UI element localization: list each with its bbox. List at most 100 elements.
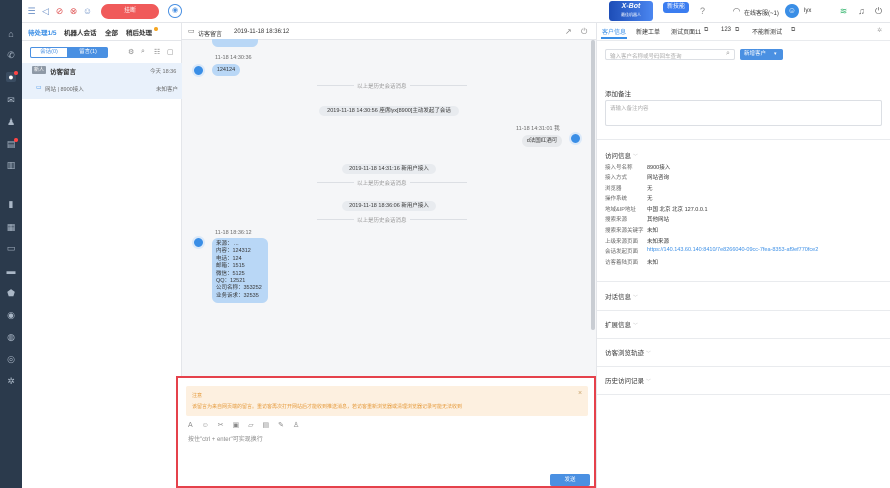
form-line: 邮箱：1515 <box>216 263 245 270</box>
chat-time: 2019-11-18 18:36:12 <box>234 29 290 35</box>
mute-icon[interactable]: ⊘ <box>54 6 65 17</box>
image-icon[interactable]: ▣ <box>233 422 240 429</box>
menu-icon[interactable]: ☰ <box>26 6 37 17</box>
external-link-icon[interactable]: ⧉ <box>791 27 795 34</box>
list-tabs: 待处理1/5 机器人会话 全部 稍后处理 <box>22 23 182 40</box>
visit-section-title[interactable]: 访问信息 ﹀ <box>605 150 638 160</box>
record-icon[interactable]: ◉ <box>168 4 182 18</box>
close-session-icon[interactable]: ⏻ <box>581 27 587 37</box>
tab-test-page[interactable]: 测试页面11 <box>671 27 701 36</box>
section-label: 扩展信息 <box>605 322 631 329</box>
monitor-icon[interactable]: ▦ <box>6 222 16 232</box>
chat-icon[interactable]: ● <box>6 71 18 82</box>
section-history-visits[interactable]: 历史访问记录 ﹀ <box>605 375 651 385</box>
divider <box>597 40 890 41</box>
divider <box>597 366 890 367</box>
compass-icon[interactable]: ◎ <box>6 354 16 364</box>
chat-title: 访客留言 <box>198 32 223 38</box>
section-browse-track[interactable]: 访客浏览轨迹 ﹀ <box>605 347 651 357</box>
system-message: 2019-11-18 14:31:16 新用户接入 <box>342 164 436 174</box>
font-icon[interactable]: A <box>188 422 193 429</box>
bell-icon[interactable]: ♫ <box>856 6 867 17</box>
message-time: 11-18 14:30:36 <box>215 55 252 61</box>
section-label: 历史访问记录 <box>605 378 644 385</box>
globe-icon[interactable]: ◉ <box>6 310 16 320</box>
visit-value: 未知来源 <box>647 239 670 245</box>
shield-icon[interactable]: ⬟ <box>6 288 16 298</box>
tab-all[interactable]: 全部 <box>105 27 118 37</box>
edit-icon[interactable]: ✎ <box>278 422 284 429</box>
phone-icon[interactable]: ✆ <box>6 50 16 60</box>
emoji-icon[interactable]: ☺ <box>202 422 209 429</box>
agent-status[interactable]: 在线客服(~1) <box>744 8 779 17</box>
transfer-icon[interactable]: ◁ <box>40 6 51 17</box>
home-icon[interactable]: ⌂ <box>6 29 16 39</box>
history-hint: 以上是历史会话消息 <box>354 179 410 187</box>
system-message: 2019-11-18 14:30:56 座席lyx[8900]主动发起了会话 <box>319 106 459 116</box>
customer-panel: 客户信息 新建工单 测试页面11 ⧉ 123 ⧉ 不能新测试 ⧉ ✲ 输入客户名… <box>596 23 890 488</box>
report-icon[interactable]: ▮ <box>6 199 16 209</box>
list-item-status: 未知客户 <box>156 87 179 93</box>
screen-icon[interactable]: ▭ <box>6 243 16 253</box>
chat-scrollbar[interactable] <box>591 40 595 330</box>
external-link-icon[interactable]: ⧉ <box>704 27 708 34</box>
chevron-down-icon: ﹀ <box>632 295 638 301</box>
external-link-icon[interactable]: ⧉ <box>735 27 739 34</box>
share-icon[interactable]: ↗ <box>565 27 572 36</box>
message-icon[interactable]: ◍ <box>6 332 16 342</box>
settings-icon[interactable]: ✲ <box>6 376 16 386</box>
chat-bubble-icon[interactable]: ▢ <box>167 48 174 56</box>
visit-url-link[interactable]: https://140.143.60.140:8410/7e8266040-09… <box>647 247 818 253</box>
tab-pending[interactable]: 待处理1/5 <box>28 27 57 37</box>
divider <box>597 394 890 395</box>
transfer-user-icon[interactable]: ♙ <box>293 422 299 429</box>
send-button[interactable]: 发送 <box>550 474 590 486</box>
user-name[interactable]: lyx <box>804 8 811 14</box>
mail-icon[interactable]: ✉ <box>6 95 16 105</box>
help-icon[interactable]: ? <box>697 6 708 17</box>
hangup-button[interactable]: 挂断 <box>101 4 159 19</box>
tab-123[interactable]: 123 <box>721 27 731 33</box>
book-icon[interactable]: ▥ <box>6 160 16 170</box>
composer-input[interactable]: 按住"ctrl + enter"可实现换行 <box>188 434 263 443</box>
new-skill-badge[interactable]: 新技能 <box>663 2 689 13</box>
customer-search-input[interactable]: 输入客户名称或号码回车查询 ⌕ <box>605 49 735 60</box>
avatar[interactable]: ☺ <box>785 4 799 18</box>
tab-new-ticket[interactable]: 新建工单 <box>636 27 660 36</box>
card-icon[interactable]: ▬ <box>6 266 16 276</box>
new-customer-button[interactable]: 新增客户 ▾ <box>740 49 783 60</box>
user-icon[interactable]: ♟ <box>6 117 16 127</box>
section-dialog-info[interactable]: 对话信息 ﹀ <box>605 291 638 301</box>
close-icon[interactable]: × <box>578 390 582 397</box>
clipboard-icon[interactable]: ▤ <box>6 138 18 149</box>
search-icon[interactable]: ⌕ <box>141 48 145 56</box>
chat-header: ▭ 访客留言 2019-11-18 18:36:12 ↗ ⏻ <box>182 23 596 40</box>
segment-sessions[interactable]: 会话(0) <box>30 47 68 58</box>
folder-icon[interactable]: ▱ <box>248 422 253 429</box>
cut-icon[interactable]: ✂ <box>218 422 224 429</box>
filter-icon[interactable]: ⚙ <box>128 48 134 56</box>
section-extended-info[interactable]: 扩展信息 ﹀ <box>605 319 638 329</box>
composer-toolbar: A ☺ ✂ ▣ ▱ ▤ ✎ ♙ <box>188 421 299 431</box>
chevron-down-icon[interactable]: ▾ <box>774 49 777 60</box>
contact-icon[interactable]: ☺ <box>82 6 93 17</box>
list-item[interactable]: 新人 访客留言 今天 18:36 ▭ 网站 | 8900接入 未知客户 <box>22 63 182 99</box>
sort-icon[interactable]: ☷ <box>154 48 160 56</box>
power-icon[interactable]: ⏻ <box>873 6 884 17</box>
visit-value: 未知 <box>647 228 659 234</box>
tab-customer-info[interactable]: 客户信息 <box>602 27 626 36</box>
tab-cannot-test[interactable]: 不能新测试 <box>752 27 782 36</box>
visit-value: 网站咨询 <box>647 175 670 181</box>
segment-messages[interactable]: 留言(1) <box>68 47 108 58</box>
list-item-time: 今天 18:36 <box>150 69 177 75</box>
note-textarea[interactable]: 请输入备注内容 <box>605 100 882 126</box>
settings-icon[interactable]: ✲ <box>877 27 882 34</box>
hold-icon[interactable]: ⊗ <box>68 6 79 17</box>
tab-later[interactable]: 稍后处理 <box>126 27 152 37</box>
quick-reply-icon[interactable]: ▤ <box>262 422 269 429</box>
search-icon[interactable]: ⌕ <box>726 50 730 58</box>
tab-robot[interactable]: 机器人会话 <box>64 27 97 37</box>
xbot-banner[interactable]: X-Bot 最佳机器人 <box>609 1 653 21</box>
list-item-source: 网站 | 8900接入 <box>45 87 84 93</box>
visit-key: 会话发起页面 <box>605 249 639 255</box>
